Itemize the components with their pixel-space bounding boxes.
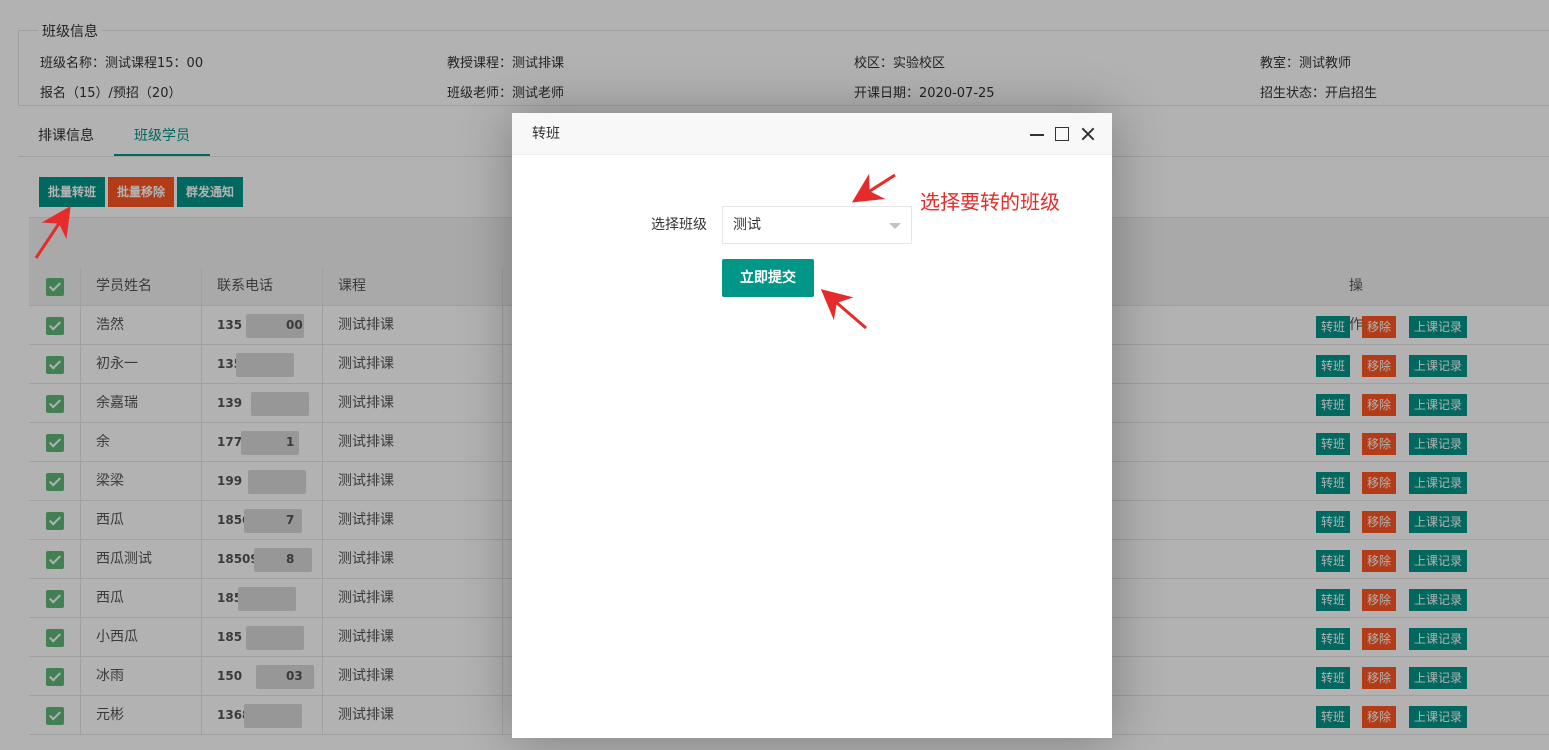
arrow-to-submit: [820, 289, 867, 330]
annotation-arrows: [34, 173, 896, 330]
arrow-to-batch-transfer: [34, 206, 71, 259]
page-background: 班级信息 班级名称：测试课程15：00 教授课程：测试排课 校区：实验校区 教室…: [0, 0, 1549, 750]
arrow-to-class-select: [851, 173, 896, 203]
